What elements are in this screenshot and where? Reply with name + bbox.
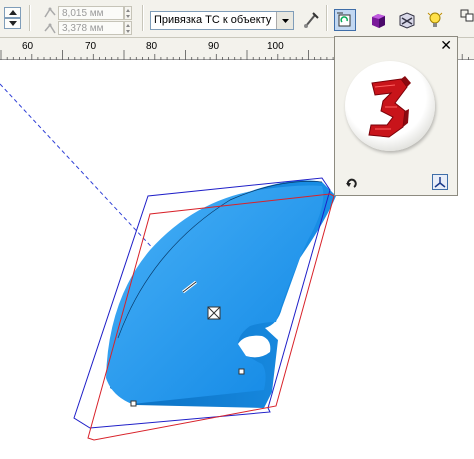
- spin-up-icon: [9, 10, 17, 15]
- extrude-rotation-icon: [337, 12, 351, 27]
- dropdown-arrow-icon: [282, 19, 289, 23]
- vanishing-point-lock-select[interactable]: Привязка ТС к объекту: [150, 11, 294, 30]
- extrude-lighting-button[interactable]: [424, 9, 446, 31]
- extrude-rotation-panel: ✕: [334, 36, 458, 196]
- ruler-label: 100: [267, 41, 284, 52]
- reset-rotation-icon: [346, 178, 357, 188]
- toolbar-separator: [29, 5, 31, 31]
- extrude-bevel-button[interactable]: [396, 9, 418, 31]
- extrude-color-button[interactable]: [368, 9, 390, 31]
- extrude-lighting-icon: [427, 12, 443, 27]
- spin-down-button[interactable]: [4, 18, 21, 29]
- rotation-preview[interactable]: [345, 61, 435, 151]
- toolbar-separator: [142, 5, 144, 31]
- position-y-icon: [44, 23, 56, 34]
- property-bar: 8,015 мм 3,378 мм Привязка ТС к объекту: [0, 0, 474, 38]
- rotation-mode-button[interactable]: [432, 174, 448, 190]
- node-handle[interactable]: [130, 400, 137, 407]
- reset-rotation-button[interactable]: [344, 175, 360, 191]
- ruler-label: 90: [208, 41, 220, 52]
- close-icon[interactable]: ✕: [440, 38, 452, 54]
- position-x-spinner[interactable]: [124, 6, 132, 20]
- rotation-center-marker[interactable]: [207, 306, 221, 320]
- extrude-bevel-icon: [399, 12, 415, 29]
- position-y-spinner[interactable]: [124, 21, 132, 35]
- vanishing-point-lock-value: Привязка ТС к объекту: [154, 14, 272, 26]
- spin-up-button[interactable]: [4, 7, 21, 18]
- position-x-icon: [44, 7, 56, 18]
- spin-down-icon: [9, 21, 17, 26]
- ruler-label: 60: [22, 41, 34, 52]
- extrude-color-icon: [372, 14, 385, 28]
- position-x-field[interactable]: 8,015 мм: [58, 6, 124, 20]
- copy-vp-button[interactable]: [300, 9, 322, 31]
- position-y-field[interactable]: 3,378 мм: [58, 21, 124, 35]
- rotation-mode-icon: [434, 177, 446, 188]
- overflow-icon: [460, 9, 474, 22]
- ruler-label: 70: [85, 41, 97, 52]
- copy-vp-icon: [304, 12, 319, 28]
- 3d-preview-glyph-icon: [368, 76, 411, 138]
- dropdown-arrow-button[interactable]: [276, 12, 293, 29]
- toolbar-separator: [326, 5, 328, 31]
- toolbar-overflow-button[interactable]: [460, 8, 474, 22]
- extrude-rotation-button[interactable]: [334, 9, 356, 31]
- ruler-label: 80: [146, 41, 158, 52]
- node-handle[interactable]: [238, 368, 245, 375]
- extrude-front-face: [106, 185, 324, 404]
